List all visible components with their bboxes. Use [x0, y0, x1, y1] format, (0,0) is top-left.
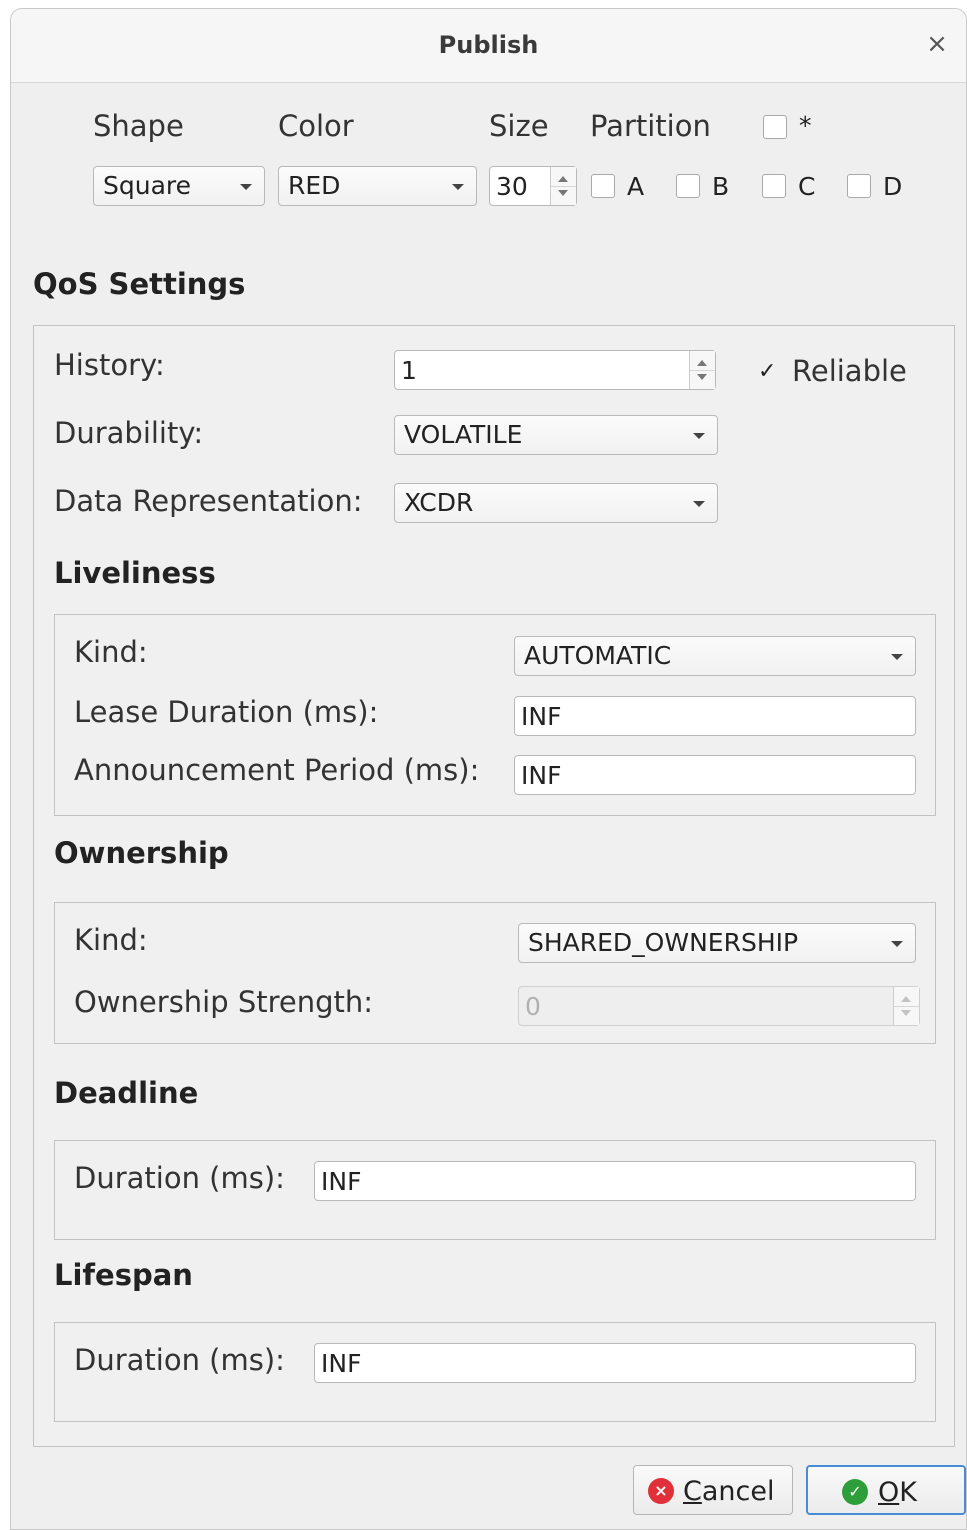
cancel-icon: ×: [648, 1478, 674, 1504]
deadline-duration-input[interactable]: INF: [314, 1161, 916, 1201]
chevron-down-icon: [240, 184, 252, 190]
ownership-kind-value: SHARED_OWNERSHIP: [528, 928, 799, 957]
size-spinbox[interactable]: 30: [489, 166, 577, 206]
size-label: Size: [489, 109, 549, 143]
history-label: History:: [54, 348, 165, 382]
color-select[interactable]: RED: [278, 166, 477, 206]
lease-duration-label: Lease Duration (ms):: [74, 695, 379, 729]
announcement-period-label: Announcement Period (ms):: [74, 753, 480, 787]
partition-b-label: B: [712, 172, 730, 201]
durability-select-value: VOLATILE: [404, 420, 523, 449]
chevron-down-icon: [452, 184, 464, 190]
ownership-group: Kind: SHARED_OWNERSHIP Ownership Strengt…: [54, 902, 936, 1044]
spin-arrows-icon[interactable]: [689, 351, 715, 389]
liveliness-group: Kind: AUTOMATIC Lease Duration (ms): INF…: [54, 614, 936, 816]
data-representation-label: Data Representation:: [54, 484, 363, 518]
ok-icon: ✓: [842, 1479, 868, 1505]
title-bar: Publish ×: [11, 9, 966, 83]
ownership-strength-value: 0: [525, 992, 541, 1021]
chevron-down-icon: [693, 433, 705, 439]
partition-a-label: A: [627, 172, 645, 201]
publish-dialog: Publish × Shape Color Size Partition * S…: [10, 8, 967, 1530]
history-value: 1: [401, 356, 417, 385]
spin-arrows-icon[interactable]: [550, 167, 576, 205]
close-icon[interactable]: ×: [924, 31, 950, 57]
liveliness-kind-select[interactable]: AUTOMATIC: [514, 636, 916, 676]
shape-select[interactable]: Square: [93, 166, 265, 206]
announcement-period-input[interactable]: INF: [514, 755, 916, 795]
chevron-down-icon: [891, 654, 903, 660]
ownership-kind-select[interactable]: SHARED_OWNERSHIP: [518, 923, 916, 963]
spin-arrows-icon[interactable]: [893, 987, 919, 1025]
lifespan-duration-label: Duration (ms):: [74, 1343, 285, 1377]
deadline-duration-value: INF: [321, 1167, 362, 1196]
partition-a-checkbox[interactable]: [591, 174, 615, 198]
qos-settings-heading: QoS Settings: [33, 267, 246, 301]
partition-star-checkbox[interactable]: [763, 115, 787, 139]
ok-button[interactable]: ✓ OK: [806, 1465, 966, 1515]
color-select-value: RED: [288, 171, 341, 200]
shape-select-value: Square: [103, 171, 192, 200]
lease-duration-value: INF: [521, 702, 562, 731]
ownership-strength-label: Ownership Strength:: [74, 985, 374, 1019]
deadline-heading: Deadline: [54, 1076, 199, 1110]
partition-d-checkbox[interactable]: [847, 174, 871, 198]
lifespan-duration-input[interactable]: INF: [314, 1343, 916, 1383]
data-representation-select[interactable]: XCDR: [394, 483, 718, 523]
ok-button-label: OK: [878, 1477, 917, 1508]
checkmark-icon: ✓: [758, 359, 777, 384]
chevron-down-icon: [693, 501, 705, 507]
durability-select[interactable]: VOLATILE: [394, 415, 718, 455]
ownership-kind-label: Kind:: [74, 923, 148, 957]
reliable-label: Reliable: [792, 354, 907, 388]
shape-label: Shape: [93, 109, 184, 143]
ownership-strength-spinbox[interactable]: 0: [518, 986, 920, 1026]
partition-d-label: D: [883, 172, 903, 201]
reliable-checkbox[interactable]: ✓: [756, 359, 780, 386]
ownership-heading: Ownership: [54, 836, 229, 870]
qos-settings-group: History: 1 ✓ Reliable Durability: VOLATI…: [33, 325, 955, 1447]
liveliness-kind-label: Kind:: [74, 635, 148, 669]
partition-c-label: C: [798, 172, 816, 201]
data-representation-select-value: XCDR: [404, 488, 474, 517]
durability-label: Durability:: [54, 416, 204, 450]
liveliness-kind-value: AUTOMATIC: [524, 641, 672, 670]
lifespan-duration-value: INF: [321, 1349, 362, 1378]
liveliness-heading: Liveliness: [54, 556, 216, 590]
color-label: Color: [278, 109, 354, 143]
history-spinbox[interactable]: 1: [394, 350, 716, 390]
chevron-down-icon: [891, 941, 903, 947]
partition-label: Partition: [590, 109, 711, 143]
lifespan-heading: Lifespan: [54, 1258, 193, 1292]
lifespan-group: Duration (ms): INF: [54, 1322, 936, 1422]
cancel-button[interactable]: × Cancel: [633, 1465, 793, 1515]
partition-star-label: *: [799, 111, 812, 140]
announcement-period-value: INF: [521, 761, 562, 790]
partition-c-checkbox[interactable]: [762, 174, 786, 198]
lease-duration-input[interactable]: INF: [514, 696, 916, 736]
deadline-duration-label: Duration (ms):: [74, 1161, 285, 1195]
dialog-title: Publish: [438, 31, 539, 59]
partition-b-checkbox[interactable]: [676, 174, 700, 198]
deadline-group: Duration (ms): INF: [54, 1140, 936, 1240]
size-value: 30: [496, 172, 528, 201]
cancel-button-label: Cancel: [683, 1476, 775, 1507]
